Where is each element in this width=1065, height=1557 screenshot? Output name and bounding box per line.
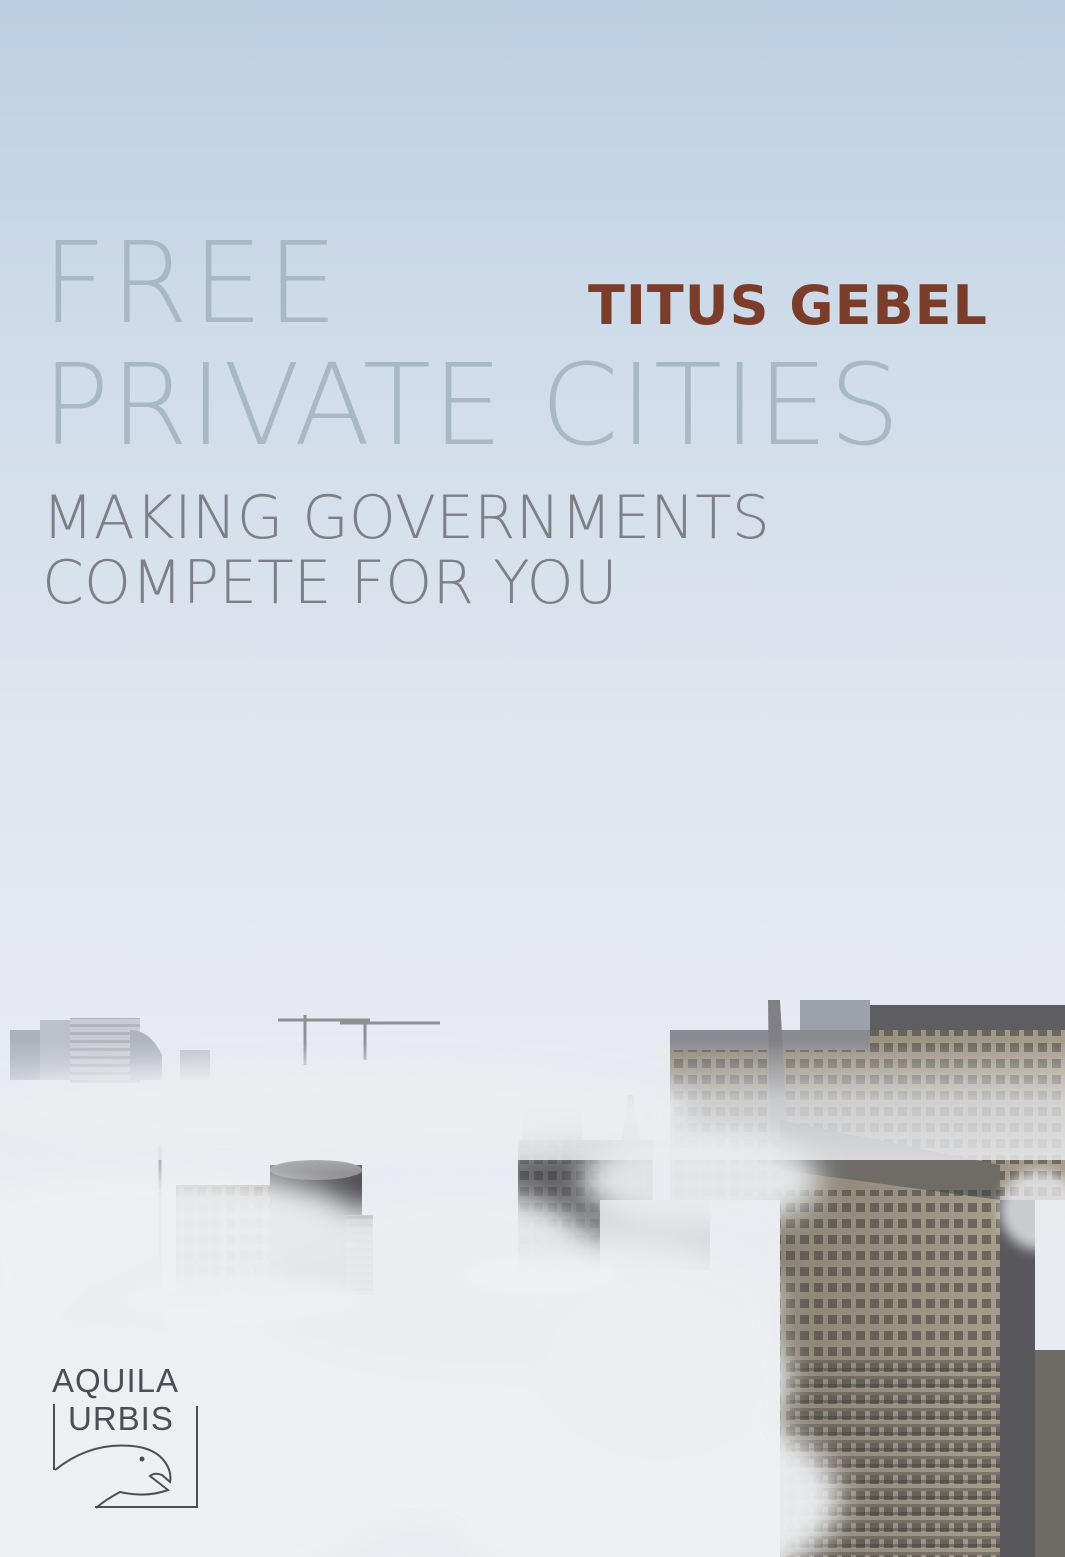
book-cover: FREE TITUS GEBEL PRIVATE CITIES MAKING G…	[0, 0, 1065, 1557]
title-line-2: PRIVATE CITIES	[42, 341, 902, 471]
author-name: TITUS GEBEL	[588, 274, 988, 337]
subtitle-line-1: MAKING GOVERNMENTS	[42, 483, 770, 553]
eagle-head-icon	[53, 1404, 198, 1509]
subtitle-line-2: COMPETE FOR YOU	[42, 548, 618, 618]
title-line-1: FREE	[42, 219, 342, 349]
publisher-logo: AQUILA URBIS	[50, 1360, 210, 1520]
